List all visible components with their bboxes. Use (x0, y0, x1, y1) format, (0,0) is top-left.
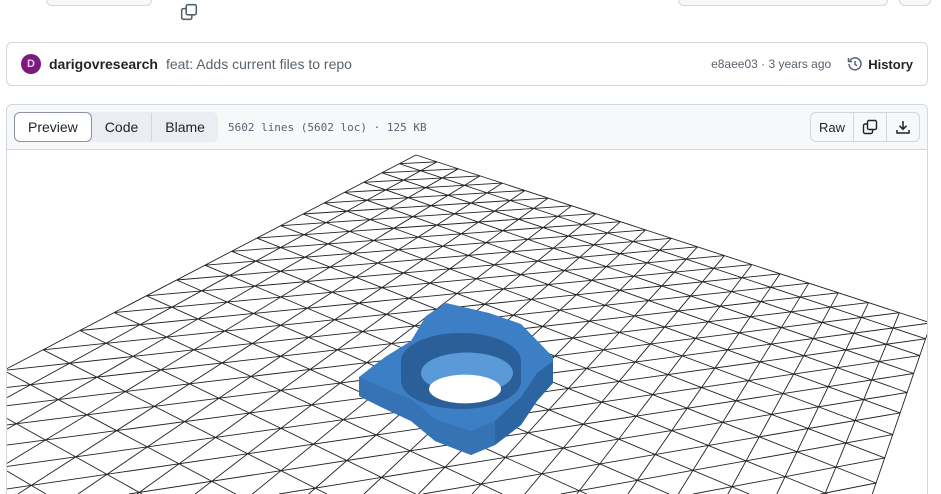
top-button-right[interactable] (899, 0, 931, 6)
file-meta: 5602 lines (5602 loc) · 125 KB (227, 120, 427, 134)
copy-button[interactable] (853, 113, 886, 141)
history-label: History (868, 56, 913, 72)
commit-age: 3 years ago (768, 57, 832, 71)
tab-preview[interactable]: Preview (14, 112, 92, 142)
separator: · (761, 57, 766, 71)
tab-code[interactable]: Code (92, 113, 151, 141)
download-icon (896, 121, 910, 134)
stl-3d-viewer[interactable] (7, 150, 927, 494)
tab-blame[interactable]: Blame (152, 113, 218, 141)
commit-author[interactable]: darigovresearch (49, 56, 158, 72)
latest-commit-bar: D darigovresearch feat: Adds current fil… (6, 42, 928, 86)
copy-path-icon[interactable] (180, 3, 198, 21)
commit-info: e8aee03 · 3 years ago (711, 57, 831, 71)
model-hole-floor (429, 374, 501, 404)
history-button[interactable]: History (847, 56, 913, 72)
top-search-field[interactable] (678, 0, 888, 6)
copy-icon (862, 119, 878, 135)
view-mode-tabs: Preview Code Blame (14, 112, 218, 142)
commit-message[interactable]: feat: Adds current files to repo (166, 56, 352, 72)
avatar[interactable]: D (21, 54, 41, 74)
commit-sha[interactable]: e8aee03 (711, 57, 758, 71)
history-icon (847, 57, 862, 71)
top-button-left[interactable] (46, 0, 152, 6)
raw-button[interactable]: Raw (811, 113, 853, 141)
download-button[interactable] (886, 113, 919, 141)
file-viewer: Preview Code Blame 5602 lines (5602 loc)… (6, 104, 928, 494)
